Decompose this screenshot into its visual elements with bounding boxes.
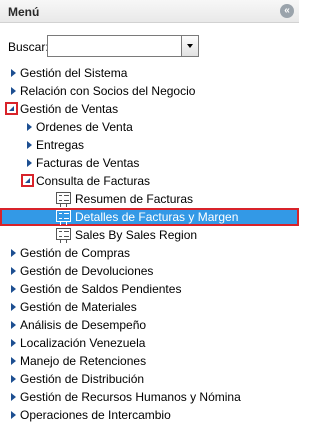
chevron-right-icon[interactable]	[11, 411, 16, 419]
tree-item-label: Ordenes de Venta	[36, 120, 133, 134]
report-icon-stand	[60, 204, 67, 207]
search-combobox[interactable]	[47, 35, 199, 57]
tree-item-label: Gestión de Materiales	[20, 300, 137, 314]
report-icon	[56, 192, 71, 204]
chevron-right-icon[interactable]	[27, 159, 32, 167]
chevron-right-icon[interactable]	[11, 321, 16, 329]
tree-item-label: Análisis de Desempeño	[20, 318, 147, 332]
chevron-right-icon[interactable]	[11, 267, 16, 275]
tree-item[interactable]: Gestión de Saldos Pendientes	[0, 280, 299, 298]
report-icon	[56, 228, 71, 240]
tree-item[interactable]: Ordenes de Venta	[0, 118, 299, 136]
chevron-right-icon[interactable]	[27, 141, 32, 149]
chevron-down-icon	[25, 178, 30, 183]
tree-item-label: Relación con Socios del Negocio	[20, 84, 196, 98]
tree-item-label: Detalles de Facturas y Margen	[75, 210, 239, 224]
tree-item[interactable]: Resumen de Facturas	[0, 190, 299, 208]
tree-item[interactable]: Operaciones de Intercambio	[0, 406, 299, 424]
tree-item[interactable]: Gestión de Recursos Humanos y Nómina	[0, 388, 299, 406]
search-dropdown-button[interactable]	[181, 36, 198, 56]
tree-item[interactable]: Facturas de Ventas	[0, 154, 299, 172]
tree-item[interactable]: Detalles de Facturas y Margen	[0, 208, 299, 226]
expanded-toggle[interactable]	[21, 174, 34, 187]
tree-item-label: Consulta de Facturas	[36, 174, 151, 188]
search-label: Buscar:	[8, 40, 49, 54]
tree-item[interactable]: Gestión de Materiales	[0, 298, 299, 316]
tree-item-label: Gestión de Ventas	[20, 102, 119, 116]
tree-item[interactable]: Sales By Sales Region	[0, 226, 299, 244]
tree-item[interactable]: Manejo de Retenciones	[0, 352, 299, 370]
tree-item-label: Gestión de Recursos Humanos y Nómina	[20, 390, 241, 404]
tree-item-label: Entregas	[36, 138, 85, 152]
tree-item-label: Sales By Sales Region	[75, 228, 198, 242]
menu-header: Menú «	[0, 0, 299, 23]
chevron-right-icon[interactable]	[11, 69, 16, 77]
double-chevron-left-icon[interactable]: «	[280, 4, 294, 18]
search-input[interactable]	[48, 36, 182, 56]
tree-item-label: Gestión de Saldos Pendientes	[20, 282, 182, 296]
tree-item[interactable]: Gestión de Compras	[0, 244, 299, 262]
report-icon-stand	[60, 222, 67, 225]
chevron-right-icon[interactable]	[11, 87, 16, 95]
chevron-right-icon[interactable]	[11, 339, 16, 347]
tree-item[interactable]: Análisis de Desempeño	[0, 316, 299, 334]
menu-title: Menú	[8, 5, 40, 19]
chevron-right-icon[interactable]	[11, 249, 16, 257]
tree-item-label: Facturas de Ventas	[36, 156, 140, 170]
report-icon-stand	[60, 240, 67, 243]
tree-item[interactable]: Entregas	[0, 136, 299, 154]
tree-item[interactable]: Gestión de Devoluciones	[0, 262, 299, 280]
tree-item-label: Gestión del Sistema	[20, 66, 128, 80]
tree-item-label: Gestión de Devoluciones	[20, 264, 154, 278]
tree-item[interactable]: Localización Venezuela	[0, 334, 299, 352]
chevron-down-icon	[9, 106, 14, 111]
chevron-right-icon[interactable]	[11, 357, 16, 365]
tree-item[interactable]: Relación con Socios del Negocio	[0, 82, 299, 100]
chevron-right-icon[interactable]	[11, 285, 16, 293]
tree-item-label: Manejo de Retenciones	[20, 354, 147, 368]
tree-item[interactable]: Consulta de Facturas	[0, 172, 299, 190]
chevron-down-icon	[187, 44, 193, 48]
tree-item-label: Localización Venezuela	[20, 336, 146, 350]
tree-item-label: Resumen de Facturas	[75, 192, 194, 206]
tree-item[interactable]: Gestión del Sistema	[0, 64, 299, 82]
tree-item-label: Gestión de Compras	[20, 246, 131, 260]
chevron-right-icon[interactable]	[11, 375, 16, 383]
tree-item-label: Gestión de Distribución	[20, 372, 145, 386]
chevron-right-icon[interactable]	[11, 393, 16, 401]
chevron-right-icon[interactable]	[11, 303, 16, 311]
chevron-right-icon[interactable]	[27, 123, 32, 131]
expanded-toggle[interactable]	[5, 102, 18, 115]
tree-item[interactable]: Gestión de Ventas	[0, 100, 299, 118]
tree-item-label: Operaciones de Intercambio	[20, 408, 171, 422]
tree-item[interactable]: Gestión de Distribución	[0, 370, 299, 388]
report-icon	[56, 210, 71, 222]
